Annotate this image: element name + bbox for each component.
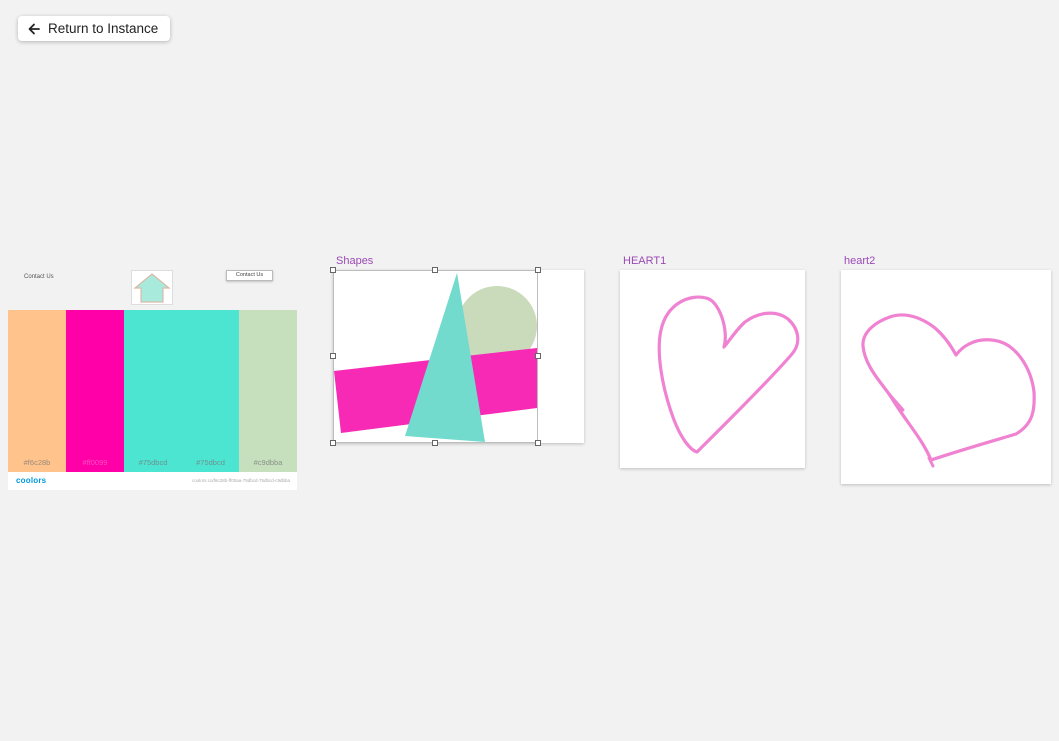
swatch[interactable]: #f6c28b	[8, 310, 66, 472]
artboard-shapes[interactable]	[330, 267, 584, 446]
artboard-label-heart2[interactable]: heart2	[844, 255, 875, 267]
home-icon	[131, 270, 173, 305]
palette-url: coolors.co/f6c28b-ff00aa-75dbcd-75dbcd-c…	[192, 478, 290, 483]
swatch[interactable]: #75dbcd	[182, 310, 239, 472]
swatch-code: #75dbcd	[138, 458, 168, 467]
color-swatches: #f6c28b #ff0099 #75dbcd #75dbcd #c9dbba	[8, 310, 297, 472]
arrow-left-icon	[27, 22, 41, 36]
swatch-code: #c9dbba	[253, 458, 283, 467]
resize-handle[interactable]	[330, 440, 336, 446]
resize-handle[interactable]	[535, 440, 541, 446]
coolors-logo: coolors	[16, 476, 47, 485]
shapes-drawing	[333, 270, 538, 443]
swatch[interactable]: #ff0099	[66, 310, 124, 472]
swatch[interactable]: #c9dbba	[239, 310, 297, 472]
artboard-label-shapes[interactable]: Shapes	[336, 255, 373, 267]
artboard-label-heart1[interactable]: HEART1	[623, 255, 666, 267]
swatch[interactable]: #75dbcd	[124, 310, 182, 472]
resize-handle[interactable]	[330, 267, 336, 273]
return-to-instance-button[interactable]: Return to Instance	[18, 16, 170, 41]
resize-handle[interactable]	[330, 353, 336, 359]
swatch-code: #ff0099	[82, 458, 108, 467]
heart2-drawing	[861, 313, 1036, 468]
heart1-drawing	[657, 295, 800, 454]
swatch-code: #75dbcd	[196, 458, 225, 467]
palette-artboard[interactable]: Contact Us Contact Us #f6c28b #ff0099 #7…	[8, 266, 297, 490]
resize-handle[interactable]	[432, 440, 438, 446]
contact-us-text: Contact Us	[24, 274, 54, 280]
swatch-code: #f6c28b	[23, 458, 51, 467]
resize-handle[interactable]	[432, 267, 438, 273]
palette-footer: coolors coolors.co/f6c28b-ff00aa-75dbcd-…	[8, 472, 297, 490]
resize-handle[interactable]	[535, 353, 541, 359]
return-label: Return to Instance	[48, 21, 159, 36]
artboard-heart1[interactable]	[620, 270, 805, 468]
artboard-heart2[interactable]	[841, 270, 1051, 484]
contact-us-button[interactable]: Contact Us	[226, 270, 273, 281]
resize-handle[interactable]	[535, 267, 541, 273]
